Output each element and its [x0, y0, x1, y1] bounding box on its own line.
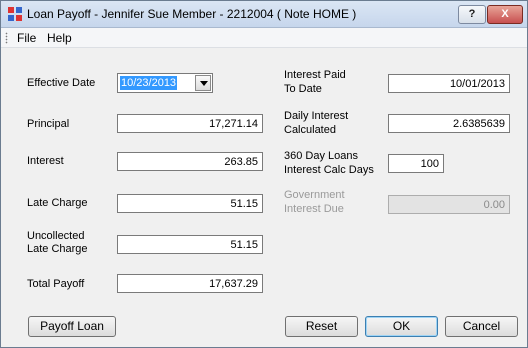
cancel-button[interactable]: Cancel — [445, 316, 518, 337]
daily-interest-field[interactable]: 2.6385639 — [388, 114, 510, 133]
late-charge-label: Late Charge — [27, 197, 88, 209]
interest-field[interactable]: 263.85 — [117, 152, 263, 171]
principal-label: Principal — [27, 118, 70, 130]
reset-button[interactable]: Reset — [285, 316, 358, 337]
gov-interest-label-line1: Government — [284, 189, 345, 201]
interest-paid-label-line1: Interest Paid — [284, 69, 346, 81]
government-interest-due-field: 0.00 — [388, 195, 510, 214]
total-payoff-label: Total Payoff — [27, 278, 85, 290]
uncollected-label-line1: Uncollected — [27, 230, 85, 242]
calc-days-label-line1: 360 Day Loans — [284, 150, 358, 162]
interest-paid-label-line2: To Date — [284, 83, 322, 95]
loan-payoff-window: Loan Payoff - Jennifer Sue Member - 2212… — [0, 0, 528, 348]
menu-help[interactable]: Help — [47, 31, 72, 45]
menu-bar: File Help — [1, 28, 527, 48]
effective-date-picker[interactable]: 10/23/2013 — [117, 73, 213, 93]
title-bar: Loan Payoff - Jennifer Sue Member - 2212… — [1, 1, 527, 28]
help-title-button[interactable]: ? — [458, 5, 486, 24]
menu-grip-icon — [5, 32, 8, 44]
payoff-loan-button[interactable]: Payoff Loan — [28, 316, 116, 337]
daily-interest-label-line2: Calculated — [284, 124, 336, 136]
late-charge-field[interactable]: 51.15 — [117, 194, 263, 213]
interest-paid-to-date-field[interactable]: 10/01/2013 — [388, 74, 510, 93]
window-title: Loan Payoff - Jennifer Sue Member - 2212… — [27, 7, 357, 21]
effective-date-value[interactable]: 10/23/2013 — [120, 76, 178, 90]
close-window-button[interactable]: X — [487, 5, 523, 24]
effective-date-label: Effective Date — [27, 77, 96, 89]
total-payoff-field[interactable]: 17,637.29 — [117, 274, 263, 293]
uncollected-late-charge-field[interactable]: 51.15 — [117, 235, 263, 254]
interest-label: Interest — [27, 155, 64, 167]
chevron-down-icon — [200, 81, 208, 86]
uncollected-label-line2: Late Charge — [27, 243, 88, 255]
date-dropdown-button[interactable] — [195, 75, 211, 91]
ok-button[interactable]: OK — [365, 316, 438, 337]
interest-calc-days-field[interactable]: 100 — [388, 154, 444, 173]
daily-interest-label-line1: Daily Interest — [284, 110, 349, 122]
gov-interest-label-line2: Interest Due — [284, 203, 344, 215]
app-logo-icon — [8, 7, 22, 21]
principal-field[interactable]: 17,271.14 — [117, 114, 263, 133]
calc-days-label-line2: Interest Calc Days — [284, 164, 374, 176]
menu-file[interactable]: File — [17, 31, 36, 45]
